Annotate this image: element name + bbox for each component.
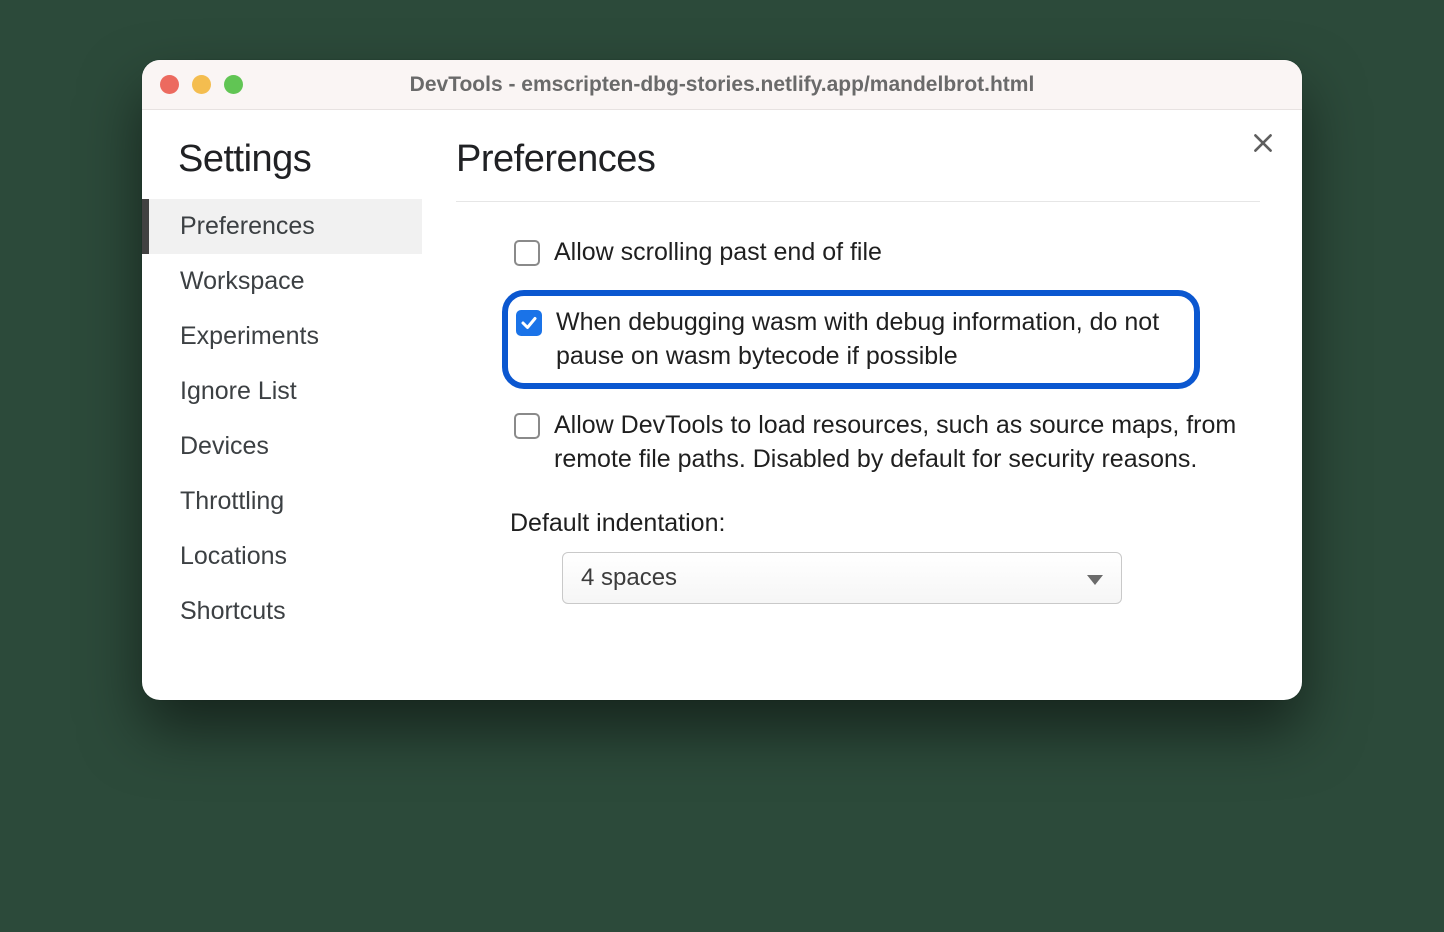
checkbox-icon[interactable] (514, 240, 540, 266)
checkbox-label: Allow DevTools to load resources, such a… (554, 409, 1256, 477)
preferences-list: Allow scrolling past end of file When de… (456, 228, 1260, 604)
checkbox-label: When debugging wasm with debug informati… (556, 306, 1178, 374)
sidebar-item-label: Throttling (180, 487, 284, 515)
pref-allow-scroll-past-eof[interactable]: Allow scrolling past end of file (510, 228, 1260, 278)
traffic-lights (160, 75, 243, 94)
sidebar-item-label: Experiments (180, 322, 319, 350)
sidebar-items: Preferences Workspace Experiments Ignore… (142, 199, 422, 639)
sidebar-item-label: Devices (180, 432, 269, 460)
sidebar-item-preferences[interactable]: Preferences (142, 199, 422, 254)
sidebar-item-experiments[interactable]: Experiments (142, 309, 422, 364)
sidebar-item-locations[interactable]: Locations (142, 529, 422, 584)
default-indentation-select[interactable]: 4 spaces (562, 552, 1122, 604)
checkbox-label: Allow scrolling past end of file (554, 236, 882, 270)
checkbox-icon[interactable] (516, 310, 542, 336)
default-indentation-setting: 4 spaces (510, 552, 1260, 604)
caret-down-icon (1087, 564, 1103, 592)
pref-wasm-skip-bytecode[interactable]: When debugging wasm with debug informati… (502, 290, 1200, 390)
select-value: 4 spaces (581, 564, 677, 592)
preferences-panel: Preferences Allow scrolling past end of … (422, 110, 1302, 670)
sidebar-item-label: Locations (180, 542, 287, 570)
window-titlebar: DevTools - emscripten-dbg-stories.netlif… (142, 60, 1302, 110)
sidebar-item-label: Workspace (180, 267, 305, 295)
sidebar-item-throttling[interactable]: Throttling (142, 474, 422, 529)
window-title: DevTools - emscripten-dbg-stories.netlif… (142, 73, 1302, 97)
sidebar-item-shortcuts[interactable]: Shortcuts (142, 584, 422, 639)
pref-allow-remote-file-paths[interactable]: Allow DevTools to load resources, such a… (510, 401, 1260, 485)
close-icon[interactable] (1250, 130, 1276, 156)
window-zoom-button[interactable] (224, 75, 243, 94)
preferences-title: Preferences (456, 138, 1260, 202)
devtools-settings-window: DevTools - emscripten-dbg-stories.netlif… (142, 60, 1302, 700)
sidebar-title: Settings (142, 138, 422, 199)
checkbox-icon[interactable] (514, 413, 540, 439)
sidebar-item-label: Preferences (180, 212, 315, 240)
sidebar-item-ignore-list[interactable]: Ignore List (142, 364, 422, 419)
settings-sidebar: Settings Preferences Workspace Experimen… (142, 110, 422, 670)
sidebar-item-workspace[interactable]: Workspace (142, 254, 422, 309)
window-close-button[interactable] (160, 75, 179, 94)
sidebar-item-devices[interactable]: Devices (142, 419, 422, 474)
default-indentation-label: Default indentation: (510, 509, 1260, 538)
window-minimize-button[interactable] (192, 75, 211, 94)
settings-content: Settings Preferences Workspace Experimen… (142, 110, 1302, 700)
sidebar-item-label: Shortcuts (180, 597, 286, 625)
sidebar-item-label: Ignore List (180, 377, 297, 405)
